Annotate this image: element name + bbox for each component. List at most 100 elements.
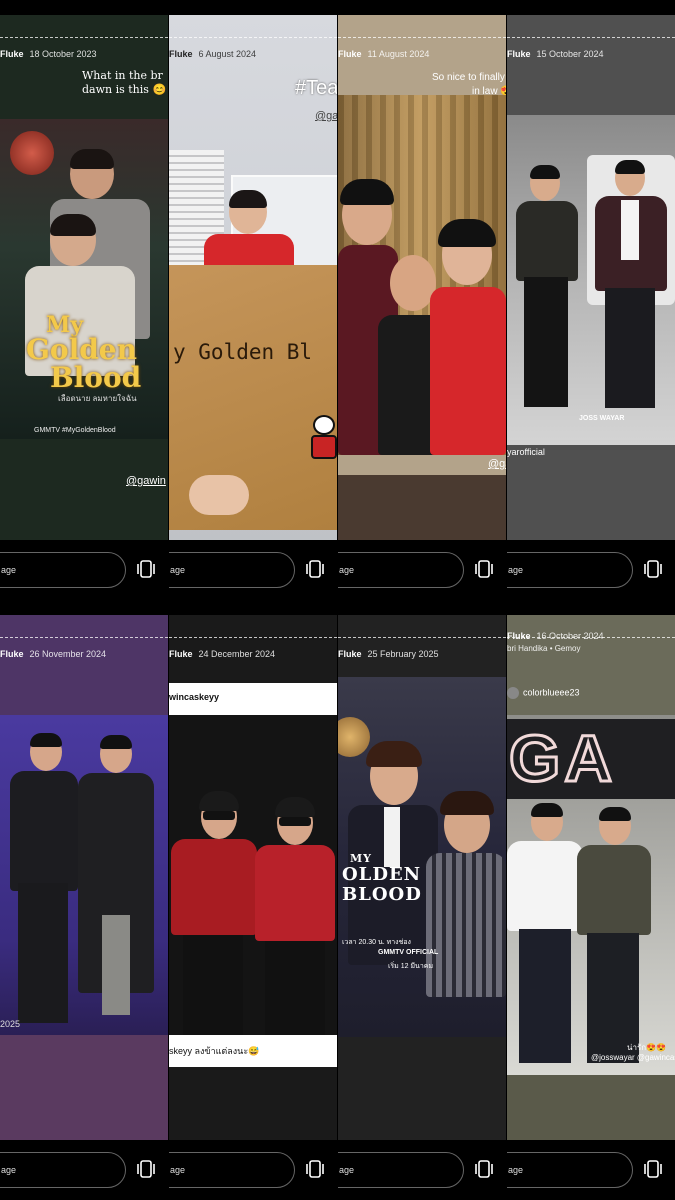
poster-title: MY OLDEN BLOOD: [342, 852, 422, 905]
year-tag: 2025: [0, 1019, 21, 1029]
figure: [78, 735, 154, 1025]
reply-input[interactable]: age: [169, 552, 295, 588]
story-panel-5[interactable]: Fluke 26 November 2024 2025 age: [0, 615, 168, 1200]
reply-bar: age: [507, 540, 675, 600]
story-username[interactable]: Fluke: [338, 649, 362, 659]
story-header: Fluke 25 February 2025: [338, 649, 506, 665]
reply-bar: age: [0, 540, 168, 600]
share-icon[interactable]: [136, 1159, 156, 1179]
reply-input[interactable]: age: [507, 1152, 633, 1188]
story-username[interactable]: Fluke: [169, 49, 193, 59]
reply-bar: age: [169, 1140, 337, 1200]
post-caption: skeyy ลงข้าแต่ลงนะ😅: [169, 1046, 260, 1056]
share-icon[interactable]: [643, 1159, 663, 1179]
air-info: เวลา 20.30 น. ทางช่อง: [342, 939, 411, 946]
story-username[interactable]: Fluke: [338, 49, 362, 59]
poster-image: MY OLDEN BLOOD เวลา 20.30 น. ทางช่อง GMM…: [338, 677, 506, 1037]
story-progress: [169, 37, 337, 38]
music-label[interactable]: bri Handika • Gemoy: [507, 644, 581, 653]
mascot-sticker: [309, 415, 337, 465]
story-mention[interactable]: yarofficial: [507, 447, 545, 457]
story-header: Fluke 15 October 2024: [507, 49, 675, 65]
sign-text: GA: [508, 721, 616, 795]
story-header: Fluke 11 August 2024: [338, 49, 506, 65]
reply-input[interactable]: age: [169, 1152, 295, 1188]
story-username[interactable]: Fluke: [0, 49, 24, 59]
poster-title: My Golden Blood: [26, 312, 142, 394]
story-username[interactable]: Fluke: [507, 631, 531, 641]
story-date: 6 August 2024: [198, 49, 257, 59]
story-header: Fluke 6 August 2024: [169, 49, 337, 65]
story-panel-1[interactable]: Fluke 18 October 2023 What in the br dawn…: [0, 15, 168, 600]
story-grid: Fluke 18 October 2023 What in the br dawn…: [0, 0, 675, 1200]
story-panel-7[interactable]: Fluke 25 February 2025 MY OLDEN BLOOD เวล…: [338, 615, 506, 1200]
start-date: เริ่ม 12 มีนาคม: [388, 963, 434, 970]
event-image: GA น่ารัก😍😍 @josswayar @gawincas: [507, 715, 675, 1075]
story-progress: [0, 637, 168, 638]
reply-input[interactable]: age: [0, 552, 126, 588]
hand: [189, 475, 249, 515]
story-progress: [169, 637, 337, 638]
post-caption-bar: skeyy ลงข้าแต่ลงนะ😅: [169, 1035, 337, 1067]
reply-input[interactable]: age: [338, 1152, 464, 1188]
share-icon[interactable]: [474, 559, 494, 579]
story-date: 24 December 2024: [198, 649, 276, 659]
story-username[interactable]: Fluke: [169, 649, 193, 659]
figure: [430, 219, 506, 455]
story-date: 25 February 2025: [367, 649, 439, 659]
avatar: [507, 687, 519, 699]
story-panel-6[interactable]: Fluke 24 December 2024 wincaskeyy skeyy ล: [169, 615, 337, 1200]
watermark: JOSS WAYAR: [579, 415, 625, 422]
lower-band: [0, 1035, 168, 1140]
figure: [255, 797, 337, 1035]
post-header: wincaskeyy: [169, 683, 337, 715]
story-panel-2[interactable]: y Golden Bl Fluke 6 August 2024 #Team @ga…: [169, 15, 337, 600]
story-username[interactable]: Fluke: [0, 649, 24, 659]
story-username[interactable]: Fluke: [507, 49, 531, 59]
story-header: Fluke 18 October 2023: [0, 49, 168, 65]
figure: [577, 807, 651, 1073]
share-icon[interactable]: [136, 559, 156, 579]
story-header: Fluke 26 November 2024: [0, 649, 168, 665]
story-panel-4[interactable]: Fluke 15 October 2024 JOSS WAYAR yaroffic…: [507, 15, 675, 600]
reply-input[interactable]: age: [338, 552, 464, 588]
poster-thai-title: เลือดนาย ลมหายใจฉัน: [58, 394, 137, 403]
envelope-text: y Golden Bl: [173, 340, 313, 364]
story-mention[interactable]: @gaw: [315, 110, 337, 122]
figure: [507, 803, 583, 1073]
gmmtv-official: GMMTV OFFICIAL: [378, 949, 439, 956]
figure: [169, 791, 259, 1035]
post-username[interactable]: wincaskeyy: [169, 692, 219, 702]
share-icon[interactable]: [474, 1159, 494, 1179]
story-mention[interactable]: @ga: [488, 458, 506, 470]
figure: [591, 160, 671, 415]
story-caption: What in the br dawn is this 😊: [82, 69, 167, 96]
reply-bar: age: [338, 540, 506, 600]
post-username: colorblueee23: [507, 687, 580, 699]
story-panel-3[interactable]: Fluke11 August 2024 So nice to finally m…: [338, 15, 506, 600]
story-date: 26 November 2024: [29, 649, 107, 659]
story-date: 18 October 2023: [29, 49, 97, 59]
post-image: [169, 715, 337, 1035]
reply-bar: age: [338, 1140, 506, 1200]
reply-bar: age: [0, 1140, 168, 1200]
reply-input[interactable]: age: [507, 552, 633, 588]
post-mentions[interactable]: @josswayar @gawincas: [591, 1053, 675, 1062]
reply-input[interactable]: age: [0, 1152, 126, 1188]
share-icon[interactable]: [305, 559, 325, 579]
story-panel-8[interactable]: Fluke 16 October 2024 bri Handika • Gemoy…: [507, 615, 675, 1200]
story-progress: [338, 637, 506, 638]
story-date: 11 August 2024: [367, 49, 430, 59]
floor: [338, 475, 506, 540]
story-mention[interactable]: @gawin: [126, 475, 166, 487]
figure: [6, 733, 80, 1023]
figure: [426, 791, 506, 997]
story-date: 15 October 2024: [536, 49, 604, 59]
moon-shape: [10, 131, 54, 175]
figure: [512, 165, 582, 415]
share-icon[interactable]: [305, 1159, 325, 1179]
story-progress: [507, 37, 675, 38]
selfie-image: [338, 95, 506, 455]
share-icon[interactable]: [643, 559, 663, 579]
story-caption: #Team: [295, 77, 337, 99]
